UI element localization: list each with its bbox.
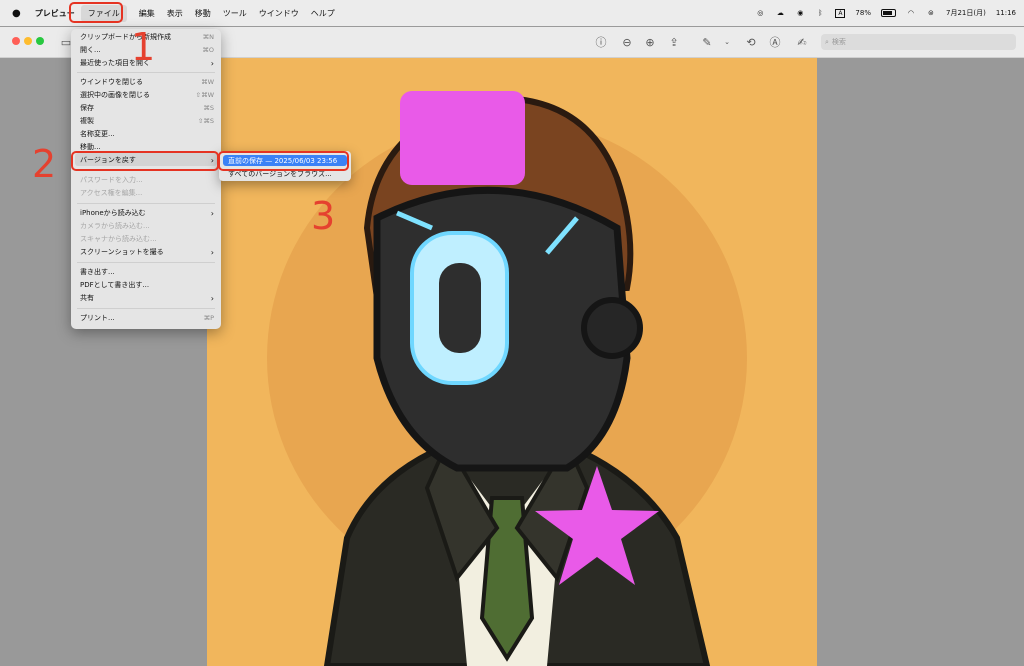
cloud-icon[interactable]: ☁ xyxy=(775,9,785,17)
search-placeholder: 検索 xyxy=(831,38,846,46)
chevron-right-icon: › xyxy=(210,247,214,257)
menu-item-print[interactable]: プリント... ⌘P xyxy=(80,312,214,324)
menu-item-export[interactable]: 書き出す... xyxy=(80,266,214,278)
sign-icon[interactable]: ✍ xyxy=(795,35,809,49)
menu-window[interactable]: ウインドウ xyxy=(259,8,299,19)
menu-date[interactable]: 7月21日(月) xyxy=(946,8,986,18)
chevron-right-icon: › xyxy=(210,58,214,68)
menu-view[interactable]: 表示 xyxy=(167,8,183,19)
markup-pen-icon[interactable]: ✎ xyxy=(700,35,714,49)
menu-tools[interactable]: ツール xyxy=(223,8,247,19)
minimize-button[interactable] xyxy=(24,37,32,45)
menu-item-share[interactable]: 共有 › xyxy=(80,292,214,304)
menu-help[interactable]: ヘルプ xyxy=(311,8,335,19)
chevron-right-icon: › xyxy=(210,293,214,303)
highlight-box-file-menu xyxy=(69,2,123,23)
rotate-icon[interactable]: ⟲ xyxy=(744,35,758,49)
menu-item-save[interactable]: 保存 ⌘S xyxy=(80,102,214,114)
sync-icon[interactable]: ◉ xyxy=(795,9,805,17)
close-button[interactable] xyxy=(12,37,20,45)
menu-separator xyxy=(77,72,215,73)
menu-separator xyxy=(77,308,215,309)
menu-item-import-camera: カメラから読み込む... xyxy=(80,222,150,230)
search-icon: ⌕ xyxy=(825,37,829,46)
zoom-in-icon[interactable]: ⊕ xyxy=(643,35,657,49)
menu-item-duplicate[interactable]: 複製 ⇧⌘S xyxy=(80,115,214,127)
illustration xyxy=(267,91,747,666)
share-icon[interactable]: ⇪ xyxy=(667,35,681,49)
battery-icon[interactable] xyxy=(880,9,896,17)
menu-item-close-selected[interactable]: 選択中の画像を閉じる ⇧⌘W xyxy=(80,89,214,101)
search-field[interactable]: ⌕ 検索 xyxy=(821,34,1016,50)
file-menu: クリップボードから新規作成 ⌘N 開く... ⌘O 最近使った項目を開く › ウインド… xyxy=(71,29,221,329)
highlight-icon[interactable]: Ⓐ xyxy=(768,35,782,49)
step-number-2: 2 xyxy=(32,142,57,186)
step-number-3: 3 xyxy=(311,194,336,238)
status-app-icon[interactable]: ◎ xyxy=(755,9,765,17)
menu-item-import-scanner: スキャナから読み込む... xyxy=(80,235,157,243)
apple-icon[interactable]: ● xyxy=(12,8,21,19)
info-icon[interactable]: ⓘ xyxy=(594,35,608,49)
zoom-out-icon[interactable]: ⊖ xyxy=(620,35,634,49)
status-area: ◎ ☁ ◉ ᛒ A 78% ◠ ⊜ 7月21日(月) 11:16 xyxy=(755,0,1016,26)
highlight-box-last-saved xyxy=(218,151,349,171)
menu-bar: ● プレビュー ファイル 編集 表示 移動 ツール ウインドウ ヘルプ ◎ ☁ … xyxy=(0,0,1024,26)
chevron-down-icon[interactable]: ⌄ xyxy=(720,35,734,49)
menu-go[interactable]: 移動 xyxy=(195,8,211,19)
menu-item-export-pdf[interactable]: PDFとして書き出す... xyxy=(80,279,214,291)
menu-item-close-window[interactable]: ウインドウを閉じる ⌘W xyxy=(80,76,214,88)
battery-percent: 78% xyxy=(855,9,871,17)
step-number-1: 1 xyxy=(131,25,156,69)
menu-item-rename[interactable]: 名称変更... xyxy=(80,128,214,140)
highlight-box-revert xyxy=(71,151,219,171)
chevron-right-icon: › xyxy=(210,208,214,218)
menu-separator xyxy=(77,262,215,263)
menu-separator xyxy=(77,203,215,204)
menu-time[interactable]: 11:16 xyxy=(996,9,1016,17)
bluetooth-icon[interactable]: ᛒ xyxy=(815,9,825,17)
zoom-button[interactable] xyxy=(36,37,44,45)
menu-item-edit-permissions: アクセス権を編集... xyxy=(80,189,143,197)
document-image xyxy=(207,58,817,666)
control-center-icon[interactable]: ⊜ xyxy=(926,9,936,17)
menu-item-import-iphone[interactable]: iPhoneから読み込む › xyxy=(80,207,214,219)
menu-edit[interactable]: 編集 xyxy=(139,8,155,19)
wifi-icon[interactable]: ◠ xyxy=(906,9,916,17)
input-source[interactable]: A xyxy=(835,8,846,18)
menu-item-enter-password: パスワードを入力... xyxy=(80,176,143,184)
menu-item-screenshot[interactable]: スクリーンショットを撮る › xyxy=(80,246,214,258)
